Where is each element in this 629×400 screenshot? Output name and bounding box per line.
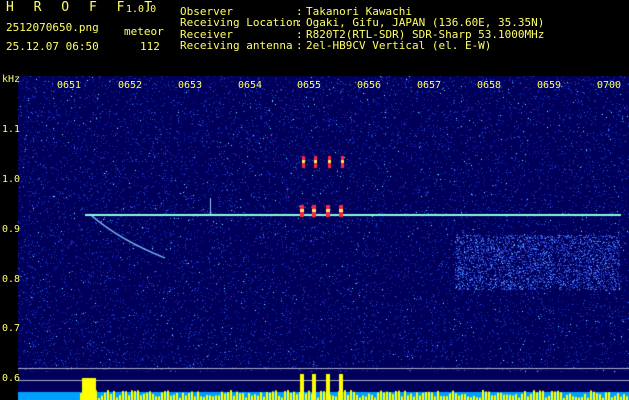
meteor-count: 112 [140,40,160,53]
y-unit-label: kHz [2,74,21,85]
freq-tick: 0.8 [2,274,21,285]
meteor-label: meteor [124,25,164,38]
time-tick: 0651 [57,80,82,91]
freq-tick: 1.1 [2,124,21,135]
freq-tick: 0.6 [2,373,21,384]
time-tick: 0658 [477,80,502,91]
time-tick: 0700 [597,80,622,91]
time-tick: 0657 [417,80,442,91]
time-tick: 0654 [238,80,263,91]
freq-tick: 0.7 [2,323,21,334]
freq-tick: 1.0 [2,174,21,185]
freq-tick: 0.9 [2,224,21,235]
time-tick: 0656 [357,80,382,91]
time-tick: 0653 [178,80,203,91]
app-version: 1.0.0 [126,4,157,15]
info-antenna: 2el-HB9CV Vertical (el. E-W) [306,39,492,52]
time-tick: 0655 [297,80,322,91]
time-tick: 0652 [118,80,143,91]
file-datetime: 25.12.07 06:50 [6,40,99,53]
info-sep: : [296,39,303,52]
info-label-antenna: Receiving antenna [180,39,293,52]
time-tick: 0659 [537,80,562,91]
header-panel: H R O F F T 1.0.0 2512070650.png meteor … [0,0,629,76]
file-name: 2512070650.png [6,21,99,34]
